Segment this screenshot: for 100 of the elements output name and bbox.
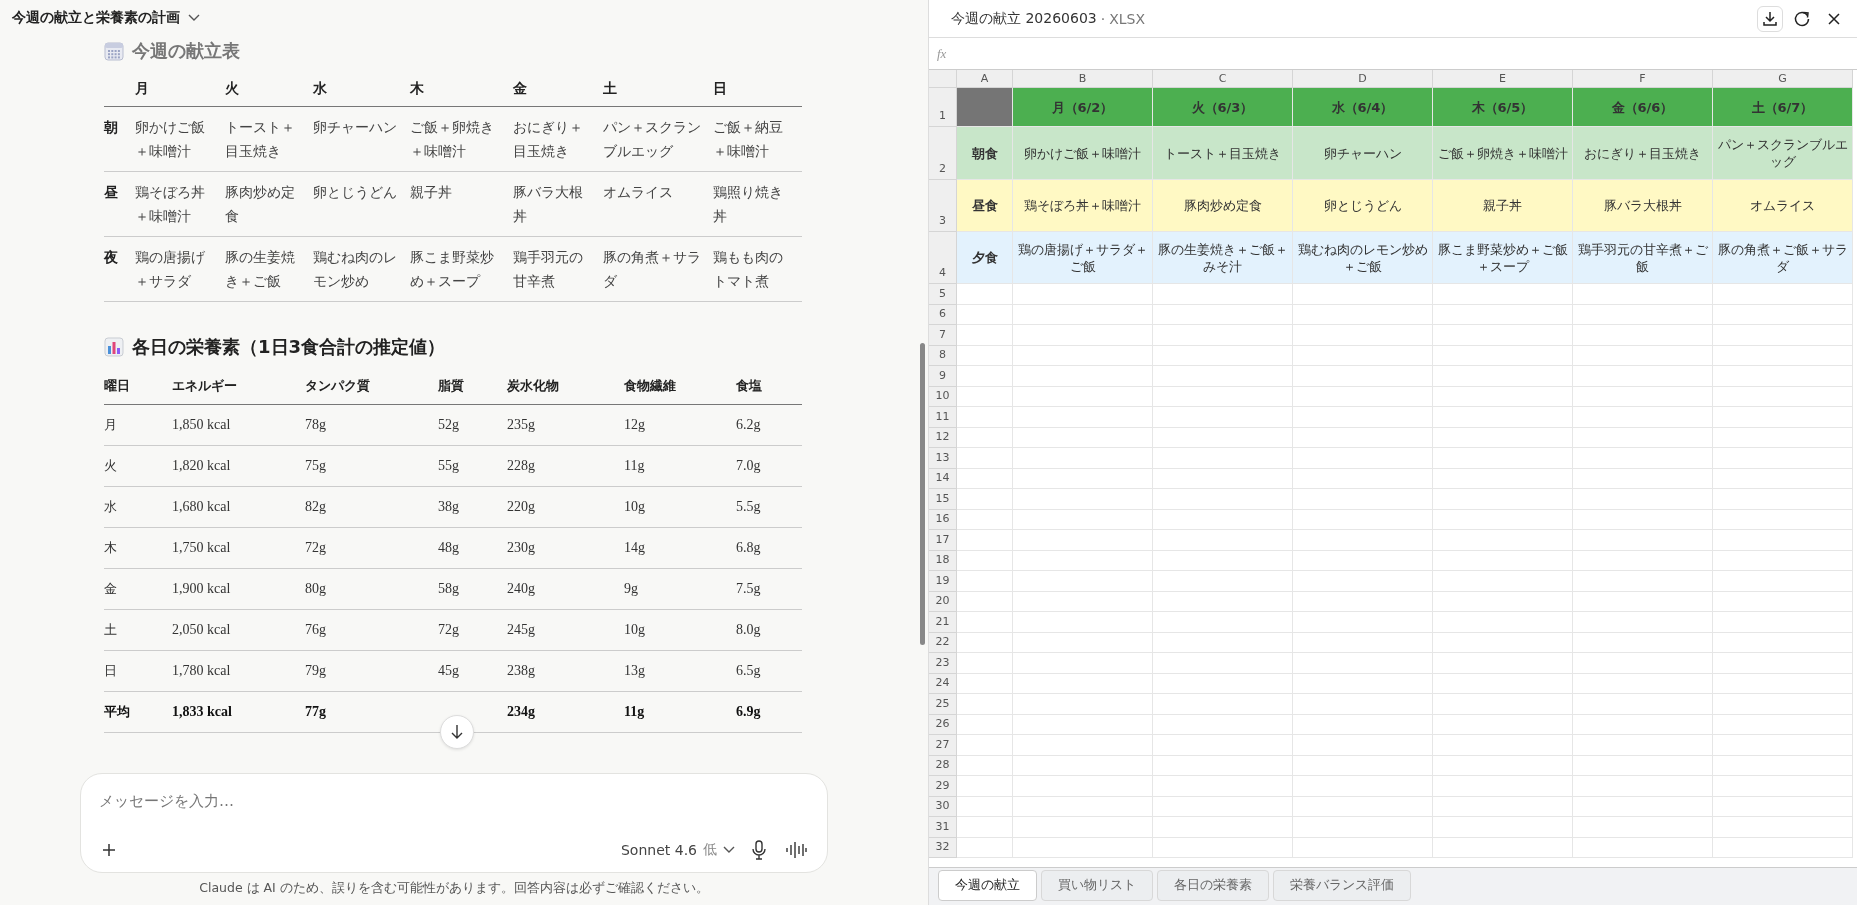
empty-cell[interactable]: [1153, 325, 1293, 346]
empty-cell[interactable]: [1013, 468, 1153, 489]
empty-cell[interactable]: [1573, 386, 1713, 407]
empty-cell[interactable]: [1293, 694, 1433, 715]
empty-cell[interactable]: [1713, 550, 1853, 571]
empty-cell[interactable]: [1293, 304, 1433, 325]
row-number[interactable]: 8: [929, 345, 957, 366]
empty-cell[interactable]: [1153, 530, 1293, 551]
empty-cell[interactable]: [1293, 345, 1433, 366]
empty-cell[interactable]: [1573, 345, 1713, 366]
empty-cell[interactable]: [1013, 345, 1153, 366]
row-number[interactable]: 13: [929, 448, 957, 469]
empty-cell[interactable]: [1293, 776, 1433, 797]
empty-cell[interactable]: [1433, 284, 1573, 305]
row-number[interactable]: 20: [929, 591, 957, 612]
empty-cell[interactable]: [1153, 509, 1293, 530]
empty-cell[interactable]: [1713, 796, 1853, 817]
empty-cell[interactable]: [1013, 591, 1153, 612]
empty-cell[interactable]: [1433, 468, 1573, 489]
empty-cell[interactable]: [1013, 653, 1153, 674]
empty-cell[interactable]: [1713, 817, 1853, 838]
empty-cell[interactable]: [1293, 550, 1433, 571]
empty-cell[interactable]: [1013, 837, 1153, 858]
conversation-title[interactable]: 今週の献立と栄養素の計画: [12, 9, 180, 27]
table-cell[interactable]: 鶏手羽元の甘辛煮＋ご飯: [1573, 232, 1713, 284]
empty-cell[interactable]: [1153, 673, 1293, 694]
empty-cell[interactable]: [1573, 284, 1713, 305]
empty-cell[interactable]: [1433, 817, 1573, 838]
empty-cell[interactable]: [1013, 694, 1153, 715]
model-selector[interactable]: Sonnet 4.6 低: [621, 841, 735, 859]
row-number[interactable]: 31: [929, 817, 957, 838]
empty-cell[interactable]: [1713, 591, 1853, 612]
empty-cell[interactable]: [1293, 714, 1433, 735]
empty-cell[interactable]: [1433, 325, 1573, 346]
empty-cell[interactable]: [1013, 427, 1153, 448]
header-cell[interactable]: 月（6/2）: [1013, 88, 1153, 127]
empty-cell[interactable]: [1153, 550, 1293, 571]
row-number[interactable]: 10: [929, 386, 957, 407]
row-number[interactable]: 14: [929, 468, 957, 489]
empty-cell[interactable]: [1433, 612, 1573, 633]
row-number[interactable]: 32: [929, 837, 957, 858]
table-cell[interactable]: 鶏の唐揚げ＋サラダ＋ご飯: [1013, 232, 1153, 284]
empty-cell[interactable]: [1293, 571, 1433, 592]
empty-cell[interactable]: [1013, 632, 1153, 653]
row-number[interactable]: 2: [929, 127, 957, 180]
table-cell[interactable]: 鶏むね肉のレモン炒め＋ご飯: [1293, 232, 1433, 284]
row-number[interactable]: 12: [929, 427, 957, 448]
empty-cell[interactable]: [1293, 735, 1433, 756]
empty-cell[interactable]: [1573, 776, 1713, 797]
empty-cell[interactable]: [1293, 468, 1433, 489]
table-cell[interactable]: 豚の生姜焼き＋ご飯＋みそ汁: [1153, 232, 1293, 284]
empty-cell[interactable]: [1433, 694, 1573, 715]
empty-cell[interactable]: [1153, 653, 1293, 674]
empty-cell[interactable]: [1013, 817, 1153, 838]
empty-cell[interactable]: [1433, 509, 1573, 530]
empty-cell[interactable]: [1433, 530, 1573, 551]
row-number[interactable]: 7: [929, 325, 957, 346]
header-cell[interactable]: 土（6/7）: [1713, 88, 1853, 127]
table-cell[interactable]: 鶏そぼろ丼＋味噌汁: [1013, 180, 1153, 232]
empty-cell[interactable]: [1013, 735, 1153, 756]
empty-cell[interactable]: [1573, 366, 1713, 387]
row-number[interactable]: 3: [929, 180, 957, 232]
header-cell[interactable]: 水（6/4）: [1293, 88, 1433, 127]
empty-cell[interactable]: [1153, 817, 1293, 838]
empty-cell[interactable]: [1433, 776, 1573, 797]
empty-cell[interactable]: [1013, 386, 1153, 407]
empty-cell[interactable]: [1153, 714, 1293, 735]
empty-cell[interactable]: [1013, 530, 1153, 551]
empty-cell[interactable]: [1573, 530, 1713, 551]
message-input[interactable]: メッセージを入力…: [99, 788, 809, 814]
row-number[interactable]: 6: [929, 304, 957, 325]
empty-cell[interactable]: [1713, 694, 1853, 715]
empty-cell[interactable]: [1293, 407, 1433, 428]
empty-cell[interactable]: [1433, 653, 1573, 674]
header-cell[interactable]: 木（6/5）: [1433, 88, 1573, 127]
empty-cell[interactable]: [1573, 448, 1713, 469]
select-all-corner[interactable]: [929, 70, 957, 88]
empty-cell[interactable]: [1433, 407, 1573, 428]
row-number[interactable]: 15: [929, 489, 957, 510]
empty-cell[interactable]: [1713, 837, 1853, 858]
row-number[interactable]: 24: [929, 673, 957, 694]
row-number[interactable]: 19: [929, 571, 957, 592]
empty-cell[interactable]: [1153, 304, 1293, 325]
empty-cell[interactable]: [1713, 653, 1853, 674]
row-label-cell[interactable]: 朝食: [957, 127, 1013, 180]
empty-cell[interactable]: [1573, 612, 1713, 633]
empty-cell[interactable]: [1433, 427, 1573, 448]
empty-cell[interactable]: [1573, 796, 1713, 817]
empty-cell[interactable]: [1013, 571, 1153, 592]
empty-cell[interactable]: [1293, 386, 1433, 407]
column-header[interactable]: F: [1573, 70, 1713, 88]
table-cell[interactable]: 卵かけご飯＋味噌汁: [1013, 127, 1153, 180]
empty-cell[interactable]: [1153, 571, 1293, 592]
table-cell[interactable]: 卵チャーハン: [1293, 127, 1433, 180]
row-number[interactable]: 23: [929, 653, 957, 674]
empty-cell[interactable]: [1153, 776, 1293, 797]
sheet-tab[interactable]: 買い物リスト: [1041, 870, 1153, 901]
empty-cell[interactable]: [1433, 304, 1573, 325]
empty-cell[interactable]: [1293, 673, 1433, 694]
row-number[interactable]: 9: [929, 366, 957, 387]
